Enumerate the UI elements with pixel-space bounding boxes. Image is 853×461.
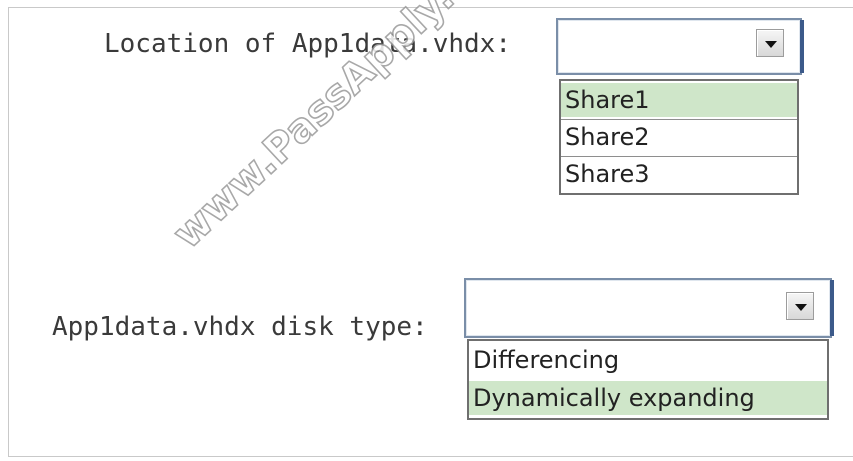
- option-share1[interactable]: Share1: [561, 83, 797, 117]
- location-dropdown-button[interactable]: [756, 29, 784, 57]
- location-options-list: Share1 Share2 Share3: [559, 79, 799, 195]
- disk-type-dropdown-button[interactable]: [786, 292, 814, 320]
- focus-edge: [800, 20, 804, 73]
- option-share3[interactable]: Share3: [561, 157, 797, 191]
- disk-type-options-list: Differencing Dynamically expanding: [467, 339, 829, 420]
- option-dynamically-expanding[interactable]: Dynamically expanding: [469, 381, 827, 415]
- chevron-down-icon: [795, 304, 807, 311]
- chevron-down-icon: [765, 41, 777, 48]
- location-label: Location of App1data.vhdx:: [104, 29, 511, 59]
- disk-type-label: App1data.vhdx disk type:: [52, 312, 428, 342]
- option-differencing[interactable]: Differencing: [469, 343, 827, 377]
- disk-type-combobox[interactable]: [464, 278, 834, 338]
- focus-edge: [830, 280, 834, 336]
- option-share2[interactable]: Share2: [561, 120, 797, 154]
- location-combobox[interactable]: [556, 18, 804, 75]
